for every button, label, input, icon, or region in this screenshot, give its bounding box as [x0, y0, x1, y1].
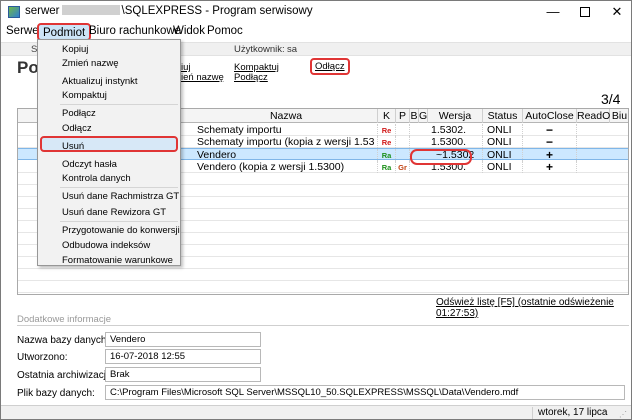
user-label: Użytkownik:	[234, 44, 285, 55]
cell-autoclose: +	[523, 149, 577, 161]
cell-wersja: ~1.5302	[436, 149, 483, 161]
cell-p	[396, 124, 410, 136]
maximize-button[interactable]	[571, 3, 599, 21]
menu-separator	[60, 104, 178, 105]
cell-p	[396, 136, 410, 148]
cell-status: ONLI	[487, 136, 523, 148]
page-title: Po	[17, 58, 39, 77]
cell-status: ONLI	[487, 149, 523, 161]
k-badge: Ra	[381, 163, 392, 172]
col-g[interactable]: G	[419, 109, 428, 123]
cell-p	[396, 149, 410, 161]
title-prefix: serwer	[25, 5, 60, 17]
last-backup-label: Ostatnia archiwizacja:	[17, 370, 115, 381]
db-file-label: Plik bazy danych:	[17, 388, 95, 399]
title-bar: serwer \SQLEXPRESS - Program serwisowy — …	[1, 1, 631, 23]
cell-nazwa: Vendero (kopia z wersji 1.5300)	[197, 161, 378, 173]
usun-highlight	[40, 136, 178, 152]
minimize-button[interactable]: —	[539, 3, 567, 21]
col-status[interactable]: Status	[483, 109, 523, 123]
cell-k: Ra	[378, 161, 396, 173]
menu-item-formatowanie[interactable]: Formatowanie warunkowe	[62, 255, 173, 266]
attach-link[interactable]: Podłącz	[234, 72, 268, 83]
cell-wersja: 1.5300.	[431, 161, 483, 173]
table-row-empty[interactable]	[18, 281, 628, 293]
cell-nazwa: Schematy importu (kopia z wersji 1.53	[197, 136, 378, 148]
created-field[interactable]: 16-07-2018 12:55	[105, 349, 261, 364]
menu-item-odbudowa[interactable]: Odbudowa indeksów	[62, 240, 150, 251]
menu-widok[interactable]: Widok	[173, 25, 205, 37]
col-nazwa[interactable]: Nazwa	[195, 109, 378, 123]
status-date: wtorek, 17 lipca 2018	[532, 407, 631, 419]
menu-separator	[60, 221, 178, 222]
last-backup-field[interactable]: Brak	[105, 367, 261, 382]
menu-item-przygotowanie[interactable]: Przygotowanie do konwersji	[62, 225, 180, 236]
cell-autoclose: −	[523, 136, 577, 148]
cell-nazwa: Vendero	[197, 149, 378, 161]
maximize-icon	[580, 7, 590, 17]
menu-biuro-rachunkowe[interactable]: Biuro rachunkowe	[89, 25, 181, 37]
cell-k: Ra	[378, 149, 396, 161]
cell-status: ONLI	[487, 124, 523, 136]
menu-item-usun-rewizora[interactable]: Usuń dane Rewizora GT	[62, 207, 166, 218]
db-name-label: Nazwa bazy danych:	[17, 335, 110, 346]
menu-item-usun-rachmistrza[interactable]: Usuń dane Rachmistrza GT	[62, 191, 179, 202]
page-counter: 3/4	[601, 91, 621, 107]
menu-item-aktualizuj[interactable]: Aktualizuj instynkt	[62, 76, 138, 87]
user-value: sa	[287, 44, 298, 55]
app-window: serwer \SQLEXPRESS - Program serwisowy — …	[0, 0, 632, 420]
menu-item-kompaktuj[interactable]: Kompaktuj	[62, 90, 107, 101]
rename-link[interactable]: ień nazwę	[181, 72, 224, 83]
k-badge: Re	[381, 126, 392, 135]
table-row-empty[interactable]	[18, 269, 628, 281]
col-p[interactable]: P	[396, 109, 410, 123]
refresh-link[interactable]: Odśwież listę [F5] (ostatnie odświeżenie…	[436, 297, 631, 319]
col-autoclose[interactable]: AutoClose	[523, 109, 577, 123]
redacted-server-name	[61, 5, 120, 15]
p-badge: Gr	[398, 163, 407, 172]
menu-separator	[60, 187, 178, 188]
k-badge: Ra	[381, 151, 392, 160]
window-title: serwer \SQLEXPRESS - Program serwisowy	[25, 5, 313, 17]
cell-k: Re	[378, 136, 396, 148]
detach-link[interactable]: Odłącz	[310, 58, 350, 75]
cell-k: Re	[378, 124, 396, 136]
col-b[interactable]: B	[410, 109, 419, 123]
details-divider	[17, 325, 629, 326]
k-badge: Re	[381, 138, 392, 147]
cell-autoclose: −	[523, 124, 577, 136]
col-biu[interactable]: Biu	[610, 109, 628, 123]
podmiot-dropdown-menu: Kopiuj Zmień nazwę Aktualizuj instynkt K…	[37, 39, 181, 266]
col-k[interactable]: K	[378, 109, 396, 123]
menu-item-kopiuj[interactable]: Kopiuj	[62, 44, 88, 55]
close-button[interactable]: ✕	[603, 3, 631, 21]
db-file-field[interactable]: C:\Program Files\Microsoft SQL Server\MS…	[105, 385, 625, 400]
menu-item-kontrola-danych[interactable]: Kontrola danych	[62, 173, 131, 184]
cell-wersja: 1.5300.	[431, 136, 483, 148]
cell-autoclose: +	[523, 161, 577, 173]
cell-nazwa: Schematy importu	[197, 124, 378, 136]
status-bar: wtorek, 17 lipca 2018 ⋰	[1, 405, 631, 419]
cell-p: Gr	[396, 161, 410, 173]
cell-wersja: 1.5302.	[431, 124, 483, 136]
app-icon	[8, 6, 20, 18]
menu-item-odczyt-hasla[interactable]: Odczyt hasła	[62, 159, 117, 170]
title-suffix: \SQLEXPRESS - Program serwisowy	[121, 5, 313, 17]
details-section-label: Dodatkowe informacje	[17, 314, 111, 325]
menu-item-usun[interactable]: Usuń	[62, 141, 84, 152]
created-label: Utworzono:	[17, 352, 68, 363]
menu-item-podlacz[interactable]: Podłącz	[62, 108, 96, 119]
db-name-field[interactable]: Vendero	[105, 332, 261, 347]
menu-item-odlacz[interactable]: Odłącz	[62, 123, 92, 134]
col-reado[interactable]: ReadO	[577, 109, 610, 123]
cell-status: ONLI	[487, 161, 523, 173]
col-wersja[interactable]: Wersja	[428, 109, 483, 123]
menu-item-zmien-nazwe[interactable]: Zmień nazwę	[62, 58, 119, 69]
resize-grip-icon[interactable]: ⋰	[619, 410, 627, 419]
menu-pomoc[interactable]: Pomoc	[207, 25, 243, 37]
